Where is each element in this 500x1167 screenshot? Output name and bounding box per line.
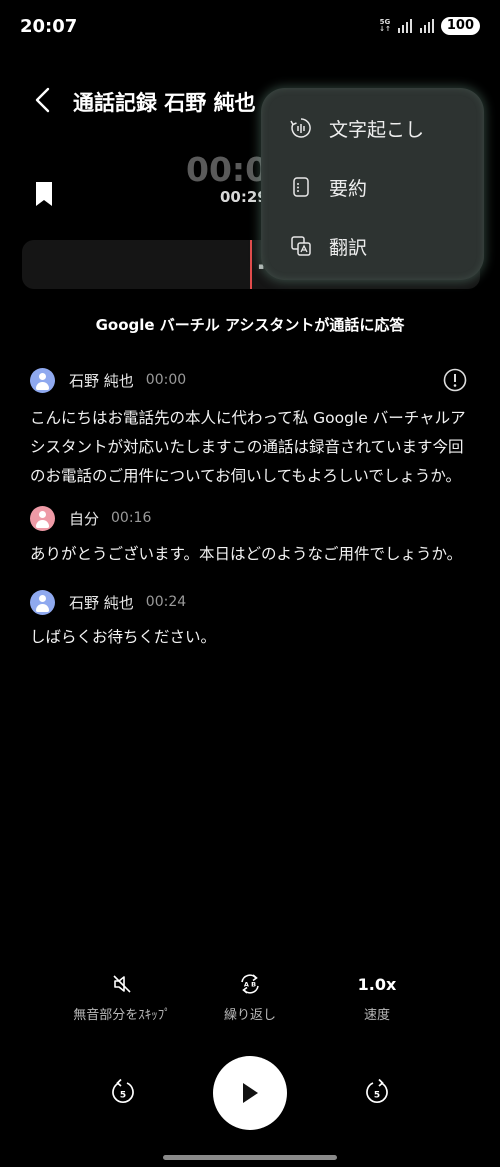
message-text: こんにちはお電話先の本人に代わって私 Google バーチャルアシスタントが対応… — [30, 409, 466, 485]
repeat-label: 繰り返し — [223, 1008, 276, 1023]
speed-value: 1.0x — [357, 974, 397, 994]
status-icons: 5G ↓↑ 100 — [379, 17, 480, 35]
play-button[interactable] — [213, 1056, 287, 1130]
speaker-name: 石野 純也 — [69, 593, 134, 612]
signal-icon — [397, 19, 412, 33]
speaker-row: 石野 純也 00:24 — [30, 589, 186, 615]
speaker-row: 自分 00:16 — [30, 505, 151, 531]
forward-seconds: 5 — [374, 1091, 380, 1101]
avatar — [30, 505, 55, 531]
network-indicator: 5G ↓↑ — [379, 19, 391, 33]
message-text: しばらくお待ちください。 — [30, 628, 217, 646]
transcribe-icon — [290, 118, 311, 138]
bookmark-icon[interactable] — [34, 181, 54, 207]
mute-speaker-icon — [113, 975, 131, 993]
skip-silence-button[interactable]: 無音部分をｽｷｯﾌﾟ — [66, 972, 178, 1023]
speaker-row: 石野 純也 00:00 — [30, 367, 186, 393]
rewind-seconds: 5 — [120, 1091, 126, 1101]
repeat-ab-letters: A B — [244, 981, 256, 989]
page-title: 通話記録 石野 純也 — [73, 91, 256, 115]
menu-label-summary: 要約 — [329, 177, 368, 200]
repeat-ab-icon: A B — [241, 974, 259, 994]
avatar — [30, 367, 55, 393]
back-icon[interactable] — [30, 86, 56, 114]
status-time: 20:07 — [20, 16, 78, 37]
menu-label-translate: 翻訳 — [329, 236, 368, 259]
menu-item-summary[interactable]: 要約 — [261, 159, 484, 215]
message-time: 00:00 — [145, 372, 187, 388]
message-time: 00:16 — [111, 510, 152, 526]
summary-icon — [293, 177, 309, 197]
battery-indicator: 100 — [440, 17, 480, 35]
message-text: ありがとうございます。本日はどのようなご用件でしょうか。 — [30, 545, 463, 563]
elapsed-timer: 00:0 — [186, 150, 269, 189]
menu-label-transcribe: 文字起こし — [329, 118, 425, 141]
skip-silence-label: 無音部分をｽｷｯﾌﾟ — [73, 1008, 171, 1023]
menu-item-transcribe[interactable]: 文字起こし — [261, 100, 484, 156]
rewind-5-icon[interactable]: 5 — [110, 1078, 136, 1106]
play-icon — [243, 1083, 258, 1103]
translate-icon — [291, 236, 311, 256]
signal-icon-2 — [419, 19, 434, 33]
home-indicator[interactable] — [163, 1155, 337, 1160]
playhead[interactable] — [250, 240, 252, 289]
speed-button[interactable]: 1.0x 速度 — [341, 972, 413, 1024]
avatar — [30, 589, 55, 615]
speed-label: 速度 — [363, 1008, 390, 1023]
options-menu: 文字起こし 要約 翻訳 — [261, 88, 484, 280]
menu-item-translate[interactable]: 翻訳 — [261, 218, 484, 274]
message-time: 00:24 — [145, 594, 187, 610]
info-icon[interactable] — [443, 368, 467, 392]
speaker-name: 石野 純也 — [69, 371, 134, 390]
speaker-name: 自分 — [69, 509, 100, 528]
forward-5-icon[interactable]: 5 — [364, 1078, 390, 1106]
assistant-banner: Google バーチル アシスタントが通話に応答 — [95, 316, 405, 334]
repeat-button[interactable]: A B 繰り返し — [210, 972, 290, 1023]
network-activity: ↓↑ — [379, 25, 391, 33]
